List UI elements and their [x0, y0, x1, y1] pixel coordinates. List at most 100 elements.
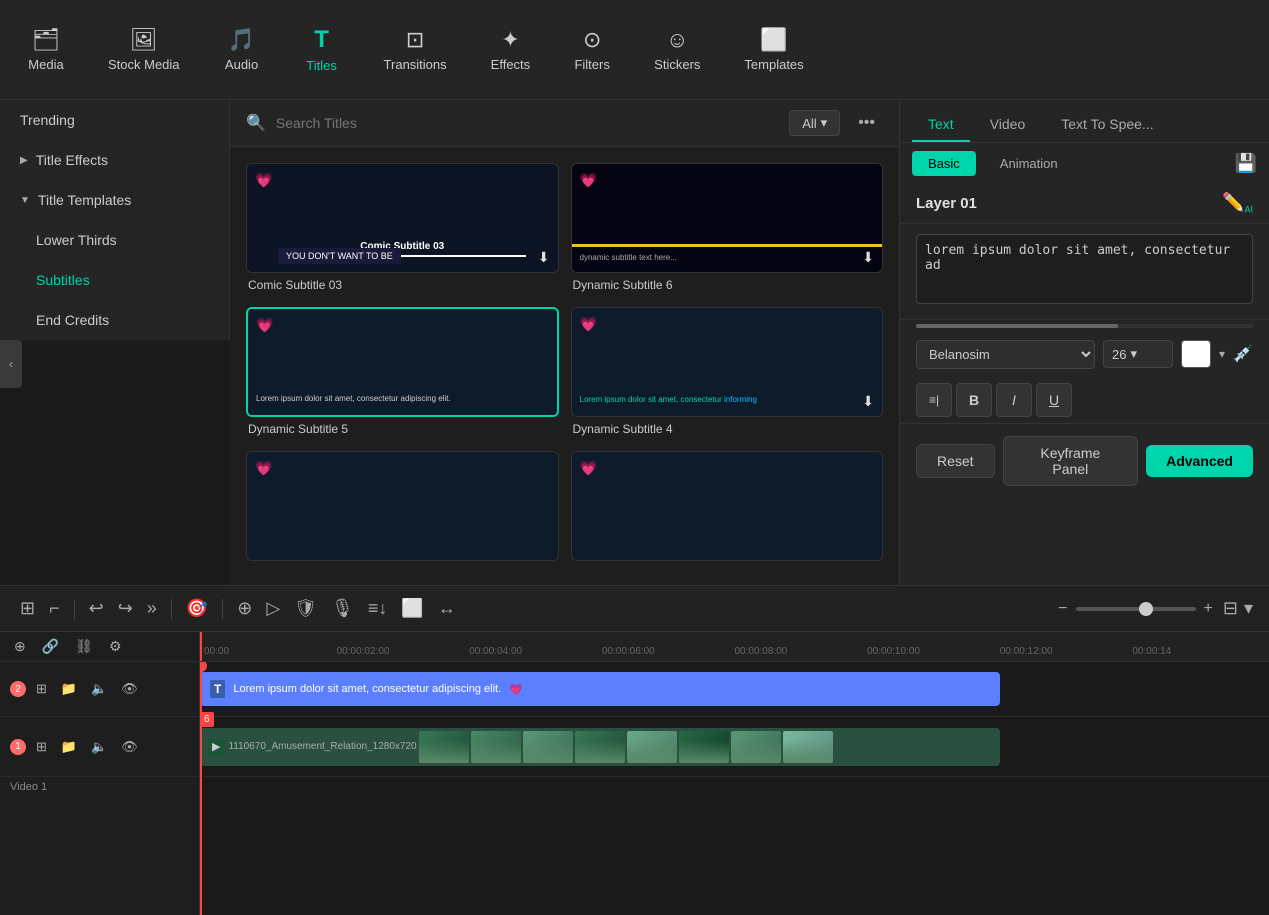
layer-header: Layer 01 ✏️AI [900, 184, 1269, 224]
track1-visibility-button[interactable]: 👁 [117, 735, 142, 759]
save-icon[interactable]: 💾 [1235, 153, 1257, 174]
scrollbar-thumb [916, 324, 1118, 328]
add-clip-button[interactable]: ⊕ [233, 594, 256, 623]
zoom-in-button[interactable]: + [1200, 596, 1217, 622]
zoom-slider[interactable] [1076, 607, 1196, 611]
nav-stock-media-label: Stock Media [108, 57, 180, 72]
title-card-dynamic-subtitle-5[interactable]: 💗 Lorem ipsum dolor sit amet, consectetu… [246, 307, 559, 439]
filters-icon: ⊙ [583, 27, 601, 53]
timeline-ruler: 00:00 00:00:02:00 00:00:04:00 00:00:06:0… [200, 632, 1269, 662]
redo-button[interactable]: ↪ [114, 594, 137, 623]
title-card-6[interactable]: 💗 [571, 451, 884, 569]
text-area-wrapper: lorem ipsum dolor sit amet, consectetur … [900, 224, 1269, 320]
title-card-5[interactable]: 💗 [246, 451, 559, 569]
track2-add-button[interactable]: ⊞ [32, 677, 51, 701]
nav-filters-label: Filters [574, 57, 609, 72]
bold-button[interactable]: B [956, 383, 992, 417]
playhead-line [200, 662, 202, 915]
tab-text-to-speech[interactable]: Text To Spee... [1045, 108, 1169, 142]
right-panel: Text Video Text To Spee... Basic Animati… [899, 100, 1269, 585]
nav-templates[interactable]: ⬜ Templates [732, 21, 815, 78]
clip-settings-button[interactable]: ⬜ [397, 594, 427, 623]
swap-button[interactable]: ↔ [434, 594, 460, 623]
dynamic4-dl-icon: ⬇ [862, 393, 874, 410]
sidebar-trending[interactable]: Trending [0, 100, 229, 140]
track1-folder-button[interactable]: 📁 [57, 735, 81, 759]
audio-sync-button[interactable]: ≡↓ [364, 594, 392, 623]
title-card-dynamic-subtitle-6[interactable]: 💗 dynamic subtitle text here... ⬇ Dynami… [571, 163, 884, 295]
playhead-button[interactable]: 🎯 [182, 594, 212, 623]
font-family-select[interactable]: Belanosim [916, 340, 1095, 369]
track2-visibility-button[interactable]: 👁 [117, 677, 142, 701]
track1-audio-button[interactable]: 🔈 [87, 735, 111, 759]
track1-add-button[interactable]: ⊞ [32, 735, 51, 759]
subtab-animation[interactable]: Animation [984, 151, 1074, 176]
ai-edit-button[interactable]: ✏️AI [1222, 192, 1253, 215]
transitions-icon: ⊡ [406, 27, 424, 53]
nav-stickers[interactable]: ☺ Stickers [642, 21, 712, 78]
sidebar-item-subtitles[interactable]: Subtitles [0, 260, 229, 300]
shield-button[interactable]: 🛡 [290, 594, 321, 623]
nav-templates-label: Templates [744, 57, 803, 72]
sidebar-item-end-credits[interactable]: End Credits [0, 300, 229, 340]
sidebar-item-lower-thirds[interactable]: Lower Thirds [0, 220, 229, 260]
mic-button[interactable]: 🎙 [327, 594, 358, 623]
sidebar-collapse-button[interactable]: ‹ [0, 340, 22, 388]
dynamic6-dl-icon: ⬇ [862, 249, 874, 266]
undo-button[interactable]: ↩ [85, 594, 108, 623]
dynamic5-text: Lorem ipsum dolor sit amet, consectetur … [256, 394, 549, 403]
align-button[interactable]: ≡| [916, 383, 952, 417]
main-body: Trending ▶ Title Effects ▼ Title Templat… [0, 100, 1269, 585]
top-navigation: 🗂 Media 🖼 Stock Media 🎵 Audio T Titles ⊡… [0, 0, 1269, 100]
nav-transitions[interactable]: ⊡ Transitions [372, 21, 459, 78]
add-track-button[interactable]: ⊕ [10, 634, 30, 659]
keyframe-panel-button[interactable]: Keyframe Panel [1003, 436, 1139, 486]
expand-button[interactable]: ▾ [1244, 598, 1253, 619]
filter-label: All [802, 116, 816, 131]
more-options-button[interactable]: ••• [850, 110, 883, 136]
tab-video[interactable]: Video [974, 108, 1042, 142]
templates-icon: ⬜ [760, 27, 787, 53]
nav-media[interactable]: 🗂 Media [16, 21, 76, 78]
title-card-dynamic-subtitle-4[interactable]: 💗 Lorem ipsum dolor sit amet, consectetu… [571, 307, 884, 439]
text-content-area[interactable]: lorem ipsum dolor sit amet, consectetur … [916, 234, 1253, 304]
link-track-button[interactable]: 🔗 [38, 634, 63, 659]
timeline-grid-button[interactable]: ⊞ [16, 594, 39, 623]
sidebar-item-title-templates[interactable]: ▼ Title Templates [0, 180, 229, 220]
underline-button[interactable]: U [1036, 383, 1072, 417]
track2-audio-button[interactable]: 🔈 [87, 677, 111, 701]
tab-text[interactable]: Text [912, 108, 970, 142]
video-clip[interactable]: ▶ 1110670_Amusement_Relation_1280x720 [200, 728, 1000, 766]
nav-effects[interactable]: ✦ Effects [479, 21, 543, 78]
action-row: Reset Keyframe Panel Advanced [900, 424, 1269, 498]
search-input[interactable] [276, 115, 779, 131]
video-thumb-3 [523, 731, 573, 763]
italic-button[interactable]: I [996, 383, 1032, 417]
advanced-button[interactable]: Advanced [1146, 445, 1253, 477]
color-swatch[interactable] [1181, 340, 1211, 368]
nav-filters[interactable]: ⊙ Filters [562, 21, 622, 78]
ai-track-button[interactable]: ⚙ [105, 634, 126, 659]
nav-audio[interactable]: 🎵 Audio [212, 21, 272, 78]
text-clip[interactable]: T Lorem ipsum dolor sit amet, consectetu… [200, 672, 1000, 706]
track2-folder-button[interactable]: 📁 [57, 677, 81, 701]
text-scrollbar[interactable] [900, 320, 1269, 332]
filter-dropdown[interactable]: All ▾ [789, 110, 840, 136]
sidebar-item-title-effects[interactable]: ▶ Title Effects [0, 140, 229, 180]
subtab-basic[interactable]: Basic [912, 151, 976, 176]
reset-button[interactable]: Reset [916, 444, 995, 478]
zoom-out-button[interactable]: − [1054, 596, 1071, 622]
timeline-connect-button[interactable]: ⌐ [45, 594, 64, 623]
font-size-control[interactable]: 26 ▾ [1103, 340, 1173, 368]
more-timeline-button[interactable]: » [143, 594, 161, 623]
eyedropper-button[interactable]: 💉 [1233, 344, 1253, 364]
title-card-comic-subtitle-03[interactable]: 💗 Comic Subtitle 03 YOU DON'T WANT TO BE… [246, 163, 559, 295]
layer-title: Layer 01 [916, 195, 977, 212]
nav-stock-media[interactable]: 🖼 Stock Media [96, 21, 192, 78]
chain-button[interactable]: ⛓ [71, 634, 97, 659]
text-clip-icon: T [210, 680, 225, 698]
play-button[interactable]: ▷ [262, 594, 284, 623]
nav-titles[interactable]: T Titles [292, 20, 352, 79]
layout-toggle-button[interactable]: ⊟ [1223, 598, 1238, 619]
nav-audio-label: Audio [225, 57, 258, 72]
